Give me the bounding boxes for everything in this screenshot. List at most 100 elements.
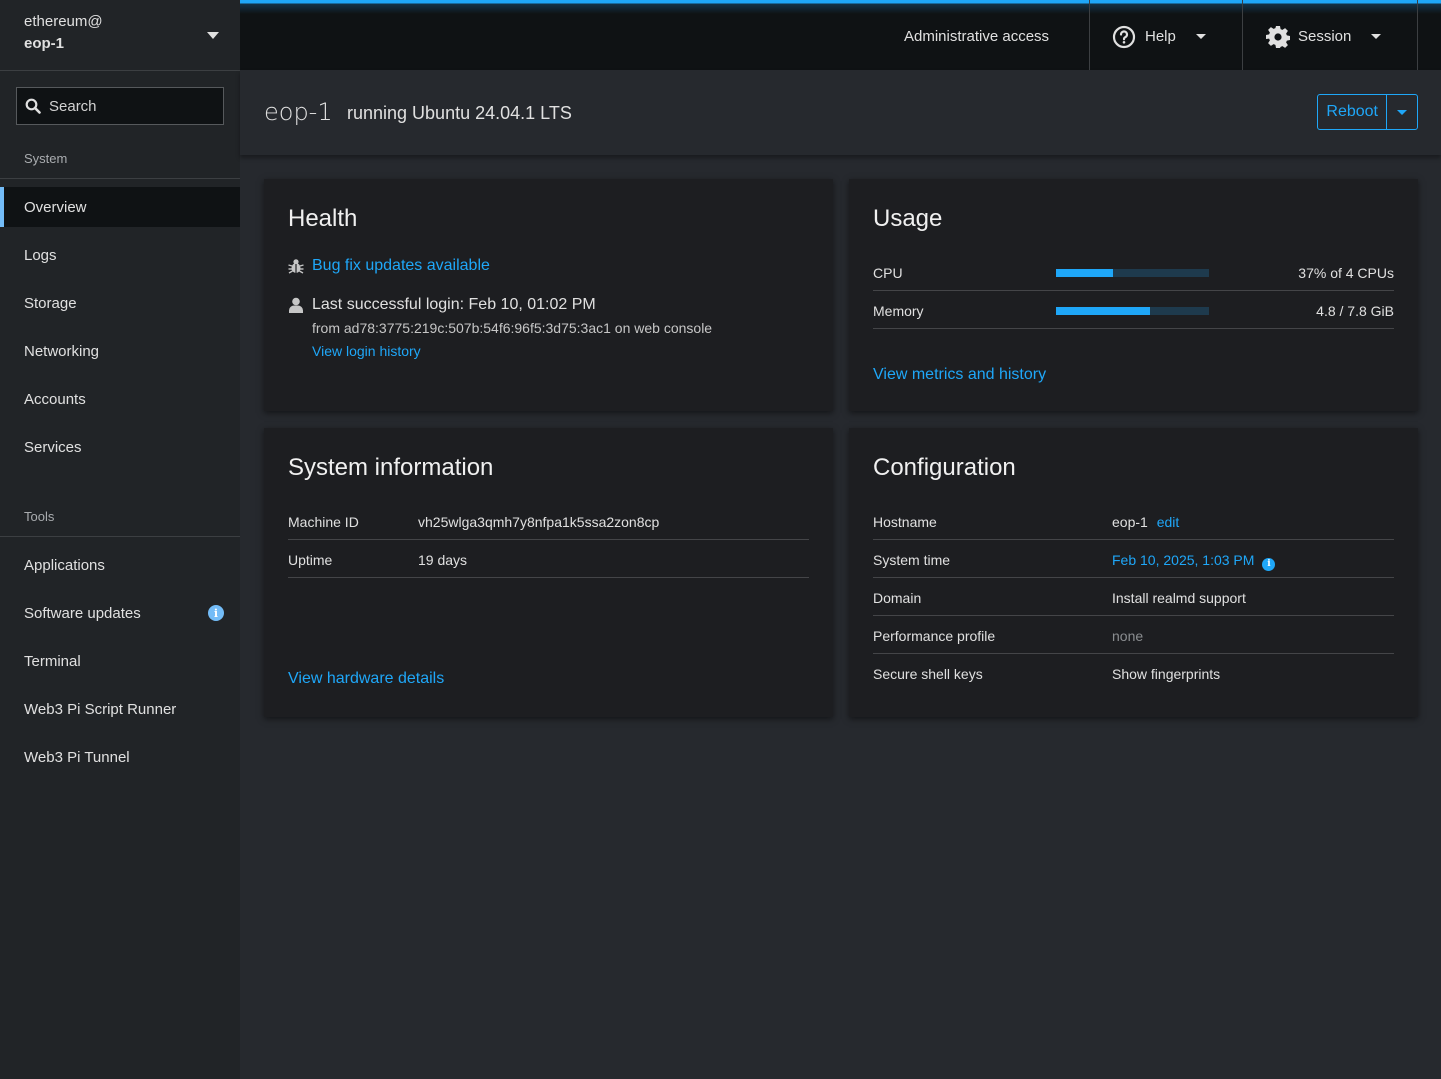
reboot-options-toggle[interactable] (1387, 95, 1417, 129)
search-icon (25, 98, 41, 114)
os-description: running Ubuntu 24.04.1 LTS (347, 103, 572, 123)
nav-item-label: Storage (24, 294, 77, 312)
host-user: ethereum@ (24, 13, 103, 30)
domain-row: Domain Install realmd support (873, 578, 1394, 616)
session-label: Session (1298, 28, 1352, 45)
ssh-keys-label: Secure shell keys (873, 666, 983, 682)
show-fingerprints-link[interactable]: Show fingerprints (1112, 666, 1220, 682)
nav-item-overview[interactable]: Overview (0, 187, 240, 227)
card-title: System information (288, 454, 494, 481)
reboot-button[interactable]: Reboot (1318, 95, 1387, 129)
machine-id-value: vh25wlga3qmh7y8nfpa1k5ssa2zon8cp (418, 514, 660, 530)
nav-item-web3-pi-script-runner[interactable]: Web3 Pi Script Runner (0, 689, 240, 729)
help-menu-button[interactable]: Help (1112, 3, 1206, 70)
nav-item-logs[interactable]: Logs (0, 235, 240, 275)
system-information-card: System information Machine ID vh25wlga3q… (264, 428, 833, 717)
cpu-label: CPU (873, 265, 903, 281)
host-switcher[interactable]: ethereum@ eop-1 (0, 0, 240, 71)
nav-item-accounts[interactable]: Accounts (0, 379, 240, 419)
caret-down-icon (1397, 109, 1407, 115)
reboot-split-button: Reboot (1317, 94, 1418, 130)
nav-item-networking[interactable]: Networking (0, 331, 240, 371)
administrative-access-button[interactable]: Administrative access (904, 3, 1049, 70)
view-metrics-link[interactable]: View metrics and history (873, 366, 1046, 384)
nav-section-tools: Tools (24, 509, 55, 524)
user-icon (289, 297, 303, 313)
memory-usage-row: Memory 4.8 / 7.8 GiB (873, 291, 1394, 329)
memory-usage-bar-fill (1056, 307, 1151, 315)
nav-section-system: System (24, 151, 68, 166)
divider (1242, 0, 1243, 70)
caret-down-icon (207, 32, 219, 39)
divider (0, 178, 240, 179)
cpu-usage-bar (1056, 269, 1209, 277)
nav-item-label: Networking (24, 342, 100, 360)
sidebar: ethereum@ eop-1 System Overview Logs Sto… (0, 0, 240, 1079)
divider (1417, 0, 1418, 70)
nav-item-label: Web3 Pi Tunnel (24, 748, 130, 766)
page-title-hostname: eop-1 (264, 98, 333, 126)
help-label: Help (1145, 28, 1176, 45)
host-name: eop-1 (24, 35, 65, 52)
nav-item-label: Applications (24, 556, 105, 574)
performance-profile-value[interactable]: none (1112, 628, 1143, 644)
ssh-keys-row: Secure shell keys Show fingerprints (873, 654, 1394, 692)
memory-usage-value: 4.8 / 7.8 GiB (1316, 303, 1394, 319)
last-login-source: from ad78:3775:219c:507b:54f6:96f5:3d75:… (312, 320, 713, 336)
install-realmd-link[interactable]: Install realmd support (1112, 590, 1246, 606)
search-box[interactable] (16, 87, 224, 125)
info-icon[interactable]: i (1262, 557, 1276, 571)
edit-hostname-link[interactable]: edit (1157, 514, 1180, 530)
system-time-link[interactable]: Feb 10, 2025, 1:03 PM (1112, 552, 1254, 568)
performance-profile-label: Performance profile (873, 628, 996, 644)
hostname-label: Hostname (873, 514, 937, 530)
info-badge-icon: i (208, 605, 224, 621)
session-menu-button[interactable]: Session (1266, 3, 1382, 70)
view-hardware-details-link[interactable]: View hardware details (288, 670, 444, 688)
nav-item-label: Terminal (24, 652, 81, 670)
search-input[interactable] (49, 97, 209, 115)
last-login-text: Last successful login: Feb 10, 01:02 PM (312, 296, 596, 313)
nav-item-storage[interactable]: Storage (0, 283, 240, 323)
memory-label: Memory (873, 303, 924, 319)
cpu-usage-value: 37% of 4 CPUs (1298, 265, 1394, 281)
gear-icon (1266, 25, 1290, 48)
nav-item-label: Software updates (24, 604, 141, 622)
configuration-card: Configuration Hostname eop-1 edit System… (849, 428, 1418, 717)
bug-fix-updates-link[interactable]: Bug fix updates available (312, 257, 490, 275)
hostname-value: eop-1 (1112, 514, 1148, 530)
caret-down-icon (1371, 34, 1382, 39)
view-login-history-link[interactable]: View login history (312, 343, 421, 359)
bug-icon (288, 259, 304, 274)
card-title: Health (288, 205, 358, 232)
machine-id-row: Machine ID vh25wlga3qmh7y8nfpa1k5ssa2zon… (288, 502, 809, 540)
nav-item-label: Logs (24, 246, 57, 264)
nav-item-label: Overview (24, 198, 87, 216)
domain-label: Domain (873, 590, 922, 606)
system-time-label: System time (873, 552, 951, 568)
uptime-label: Uptime (288, 552, 333, 568)
card-title: Configuration (873, 454, 1016, 481)
uptime-row: Uptime 19 days (288, 540, 809, 578)
nav-item-terminal[interactable]: Terminal (0, 641, 240, 681)
cpu-usage-bar-fill (1056, 269, 1113, 277)
nav-item-services[interactable]: Services (0, 427, 240, 467)
nav-item-software-updates[interactable]: Software updates i (0, 593, 240, 633)
cpu-usage-row: CPU 37% of 4 CPUs (873, 253, 1394, 291)
divider (1089, 0, 1090, 70)
card-title: Usage (873, 205, 943, 232)
nav-item-label: Web3 Pi Script Runner (24, 700, 177, 718)
hostname-row: Hostname eop-1 edit (873, 502, 1394, 540)
health-card: Health Bug fix updates available Last su… (264, 179, 833, 411)
nav-item-applications[interactable]: Applications (0, 545, 240, 585)
help-icon (1112, 25, 1136, 48)
usage-card: Usage CPU 37% of 4 CPUs Memory 4.8 / 7.8… (849, 179, 1418, 411)
machine-id-label: Machine ID (288, 514, 359, 530)
divider (0, 536, 240, 537)
nav-item-label: Accounts (24, 390, 86, 408)
nav-item-label: Services (24, 438, 82, 456)
nav-item-web3-pi-tunnel[interactable]: Web3 Pi Tunnel (0, 737, 240, 777)
top-bar: Administrative access Help Session (240, 0, 1441, 70)
uptime-value: 19 days (418, 552, 468, 568)
memory-usage-bar (1056, 307, 1209, 315)
